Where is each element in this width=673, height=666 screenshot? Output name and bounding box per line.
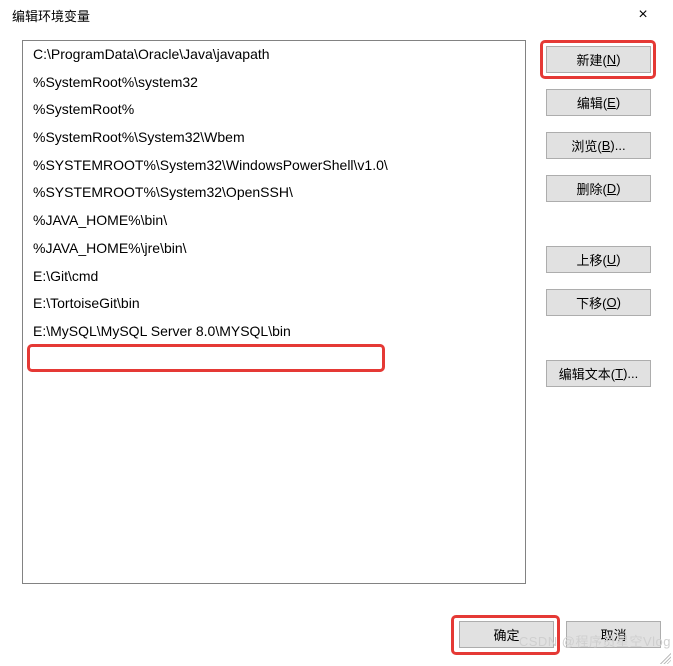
edit-text-button[interactable]: 编辑文本(T)...	[546, 360, 651, 387]
btn-suffix: )	[616, 95, 620, 110]
btn-key: B	[602, 138, 611, 153]
btn-suffix: )...	[610, 138, 625, 153]
dialog-content: C:\ProgramData\Oracle\Java\javapath %Sys…	[0, 30, 673, 596]
btn-key: D	[607, 181, 616, 196]
btn-suffix: )	[616, 181, 620, 196]
delete-button[interactable]: 删除(D)	[546, 175, 651, 202]
list-item[interactable]: E:\MySQL\MySQL Server 8.0\MYSQL\bin	[23, 318, 525, 346]
btn-text: 上移(	[576, 250, 606, 269]
list-item[interactable]: %SystemRoot%\System32\Wbem	[23, 124, 525, 152]
new-button[interactable]: 新建(N)	[546, 46, 651, 73]
titlebar: 编辑环境变量 ×	[0, 0, 673, 30]
highlight-selected-item	[27, 344, 385, 372]
edit-button[interactable]: 编辑(E)	[546, 89, 651, 116]
btn-suffix: )	[617, 295, 621, 310]
btn-text: 新建(	[576, 50, 606, 69]
list-item[interactable]: %SYSTEMROOT%\System32\OpenSSH\	[23, 179, 525, 207]
btn-text: 编辑文本(	[559, 364, 615, 383]
list-item[interactable]: %SystemRoot%\system32	[23, 69, 525, 97]
list-item[interactable]: %JAVA_HOME%\bin\	[23, 207, 525, 235]
resize-grip-icon[interactable]	[657, 650, 671, 664]
button-sidebar: 新建(N) 编辑(E) 浏览(B)... 删除(D) 上移(U) 下移(O) 编…	[546, 40, 651, 584]
list-item[interactable]: %SYSTEMROOT%\System32\WindowsPowerShell\…	[23, 152, 525, 180]
close-icon[interactable]: ×	[623, 6, 663, 24]
dialog-footer: 确定 取消	[459, 621, 661, 648]
btn-key: O	[606, 295, 616, 310]
window-title: 编辑环境变量	[12, 6, 90, 25]
cancel-button[interactable]: 取消	[566, 621, 661, 648]
path-listbox[interactable]: C:\ProgramData\Oracle\Java\javapath %Sys…	[22, 40, 526, 584]
btn-key: T	[615, 366, 623, 381]
list-item[interactable]: E:\TortoiseGit\bin	[23, 290, 525, 318]
list-item[interactable]: C:\ProgramData\Oracle\Java\javapath	[23, 41, 525, 69]
move-down-button[interactable]: 下移(O)	[546, 289, 651, 316]
list-item[interactable]: %JAVA_HOME%\jre\bin\	[23, 235, 525, 263]
btn-text: 下移(	[576, 293, 606, 312]
btn-key: E	[607, 95, 616, 110]
btn-key: U	[607, 252, 616, 267]
btn-suffix: )	[616, 52, 620, 67]
btn-text: 浏览(	[571, 136, 601, 155]
btn-key: N	[607, 52, 616, 67]
list-item[interactable]: %SystemRoot%	[23, 96, 525, 124]
browse-button[interactable]: 浏览(B)...	[546, 132, 651, 159]
btn-text: 删除(	[576, 179, 606, 198]
btn-text: 编辑(	[577, 93, 607, 112]
list-item[interactable]: E:\Git\cmd	[23, 263, 525, 291]
btn-suffix: )	[616, 252, 620, 267]
btn-suffix: )...	[623, 366, 638, 381]
ok-button[interactable]: 确定	[459, 621, 554, 648]
move-up-button[interactable]: 上移(U)	[546, 246, 651, 273]
